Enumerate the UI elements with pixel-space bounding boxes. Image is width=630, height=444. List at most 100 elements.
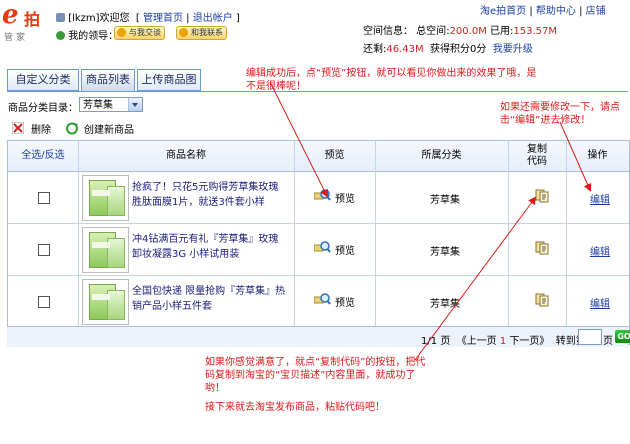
copy-code-icon[interactable] xyxy=(535,188,549,203)
row-checkbox[interactable] xyxy=(38,192,50,204)
delete-label: 删除 xyxy=(31,125,51,136)
nav-logout-link[interactable]: 退出帐户 xyxy=(193,13,233,24)
taoepai-home-link[interactable]: 淘e拍首页 xyxy=(480,6,526,17)
create-product-label: 创建新商品 xyxy=(84,125,134,136)
used-space-label: 已用 xyxy=(490,26,511,37)
page-number[interactable]: 1 xyxy=(500,336,506,347)
copy-code-icon[interactable] xyxy=(535,292,549,307)
contact-me-button[interactable]: 和我联系 xyxy=(176,26,227,40)
product-thumbnail[interactable] xyxy=(82,227,129,273)
tab-product-list[interactable]: 商品列表 xyxy=(81,69,135,91)
chat-with-me-button[interactable]: 与我交谈 xyxy=(114,26,165,40)
edit-link[interactable]: 编辑 xyxy=(590,295,610,310)
page-total: 1 xyxy=(430,336,438,347)
header-operation: 操作 xyxy=(587,150,608,161)
header-copy-line1: 复制 xyxy=(527,144,547,155)
row-checkbox[interactable] xyxy=(38,244,50,256)
goto-page-input[interactable] xyxy=(578,329,602,345)
edit-link[interactable]: 编辑 xyxy=(590,191,610,206)
product-pack-label xyxy=(92,294,110,300)
go-button[interactable]: GO xyxy=(615,330,630,343)
copy-code-icon[interactable] xyxy=(535,240,549,255)
help-center-link[interactable]: 帮助中心 xyxy=(536,6,576,17)
chat-with-me-label: 与我交谈 xyxy=(129,28,161,37)
edit-link[interactable]: 编辑 xyxy=(590,243,610,258)
next-page-link[interactable]: 下一页》 xyxy=(509,336,549,347)
page-unit: 页 xyxy=(440,336,451,347)
category-cell: 芳草集 xyxy=(430,195,460,206)
column-divider xyxy=(566,141,567,344)
space-label: 空间信息： xyxy=(363,26,413,37)
total-space-value: 200.0M xyxy=(449,26,487,37)
row-checkbox[interactable] xyxy=(38,296,50,308)
used-space-value: 153.57M xyxy=(513,26,558,37)
product-pack-label xyxy=(92,190,110,196)
user-greeting: [lkzm]欢迎您 xyxy=(68,13,130,24)
top-links: 淘e拍首页 | 帮助中心 | 店铺 xyxy=(480,6,606,17)
annotation-publish-tip: 接下来就去淘宝发布商品，粘贴代码吧！ xyxy=(205,402,385,413)
product-name[interactable]: 抢疯了！只花5元购得芳草集玫瑰胜肽面膜1片，就送3件套小样 xyxy=(132,180,288,210)
product-thumbnail[interactable] xyxy=(82,279,129,325)
tab-upload-image[interactable]: 上传商品图 xyxy=(137,69,201,91)
table-header: 全选/反选 商品名称 预览 所属分类 复制 代码 操作 xyxy=(8,141,629,172)
leader-label: 我的领导： xyxy=(68,31,119,42)
category-cell: 芳草集 xyxy=(430,299,460,310)
upgrade-link[interactable]: 我要升级 xyxy=(493,44,533,55)
magnifier-icon xyxy=(314,293,331,305)
product-pack-label xyxy=(92,242,110,248)
chat-icon xyxy=(117,28,126,37)
shop-link[interactable]: 店铺 xyxy=(586,6,606,17)
header-copy-code: 复制 代码 xyxy=(508,141,566,171)
pagination-bar: 1/1 页 《上一页 1 下一页》 转到第 页 GO xyxy=(7,326,630,347)
leader-row: 我的领导： xyxy=(56,27,118,42)
remaining-value: 46.43M xyxy=(386,44,424,55)
magnifier-icon xyxy=(314,189,331,201)
category-filter-label: 商品分类目录： xyxy=(8,103,78,114)
product-thumbnail[interactable] xyxy=(82,175,129,221)
logo-pai: 拍 xyxy=(24,10,41,29)
table-row: 全国包快递 限量抢购『芳草集』热销产品小样五件套 预览 芳草集 编辑 xyxy=(8,276,629,328)
remaining-label: 还剩 xyxy=(363,44,383,55)
column-divider xyxy=(294,141,295,344)
user-greeting-line: [lkzm]欢迎您 [ 管理首页 | 退出帐户 ] xyxy=(56,9,240,24)
preview-label: 预览 xyxy=(335,194,355,205)
goto-unit: 页 xyxy=(603,336,613,347)
table-row: 抢疯了！只花5元购得芳草集玫瑰胜肽面膜1片，就送3件套小样 预览 芳草集 编辑 xyxy=(8,172,629,224)
pagination-text: 1/1 页 《上一页 1 下一页》 转到第 xyxy=(421,332,586,347)
header-product-name: 商品名称 xyxy=(166,150,206,161)
header-category: 所属分类 xyxy=(421,150,462,161)
refresh-add-icon xyxy=(66,122,78,135)
category-filter: 商品分类目录： 芳草集 xyxy=(8,97,143,114)
logo-subtitle: 管家 xyxy=(4,33,29,43)
prev-page-link[interactable]: 《上一页 xyxy=(457,336,497,347)
header: e 拍 管家 [lkzm]欢迎您 [ 管理首页 | 退出帐户 ] 我的领导： 与… xyxy=(0,0,630,62)
category-select-value: 芳草集 xyxy=(83,100,113,111)
preview-label: 预览 xyxy=(335,298,355,309)
space-info: 空间信息： 总空间:200.0M 已用:153.57M xyxy=(363,26,558,37)
header-copy-line2: 代码 xyxy=(527,156,547,167)
column-divider xyxy=(78,141,79,344)
annotation-edit-tip: 如果还需要修改一下，请点击“编辑”进去修改！ xyxy=(500,102,620,126)
nav-home-link[interactable]: 管理首页 xyxy=(143,13,183,24)
total-space-label: 总空间 xyxy=(416,26,447,37)
product-table: 全选/反选 商品名称 预览 所属分类 复制 代码 操作 抢疯了！只花5元购得芳草集… xyxy=(7,140,630,345)
annotation-copy-tip: 如果你感觉满意了，就点“复制代码”的按钮，把代码复制到淘宝的“宝贝描述”内容里面… xyxy=(205,357,426,394)
space-remaining-row: 还剩:46.43M 获得积分0分 我要升级 xyxy=(363,44,533,55)
delete-icon xyxy=(12,122,24,134)
product-name[interactable]: 冲4钻满百元有礼『芳草集』玫瑰卸妆凝露3G 小样试用装 xyxy=(132,232,288,262)
table-row: 冲4钻满百元有礼『芳草集』玫瑰卸妆凝露3G 小样试用装 预览 芳草集 编辑 xyxy=(8,224,629,276)
tab-custom-category[interactable]: 自定义分类 xyxy=(7,69,79,91)
preview-label: 预览 xyxy=(335,246,355,257)
annotation-preview-tip: 编辑成功后，点“预览”按钮，就可以看见你做出来的效果了哦，是不是很棒呢！ xyxy=(246,68,537,92)
logo[interactable]: e 拍 管家 xyxy=(2,0,54,44)
column-divider xyxy=(508,141,509,344)
chevron-down-icon xyxy=(128,98,142,111)
category-select[interactable]: 芳草集 xyxy=(79,97,143,112)
product-name[interactable]: 全国包快递 限量抢购『芳草集』热销产品小样五件套 xyxy=(132,284,288,314)
category-cell: 芳草集 xyxy=(430,247,460,258)
leader-icon xyxy=(56,31,65,40)
select-all-toggle[interactable]: 全选/反选 xyxy=(8,141,78,171)
user-icon xyxy=(56,13,65,22)
column-divider xyxy=(375,141,376,344)
contact-me-label: 和我联系 xyxy=(191,28,223,37)
